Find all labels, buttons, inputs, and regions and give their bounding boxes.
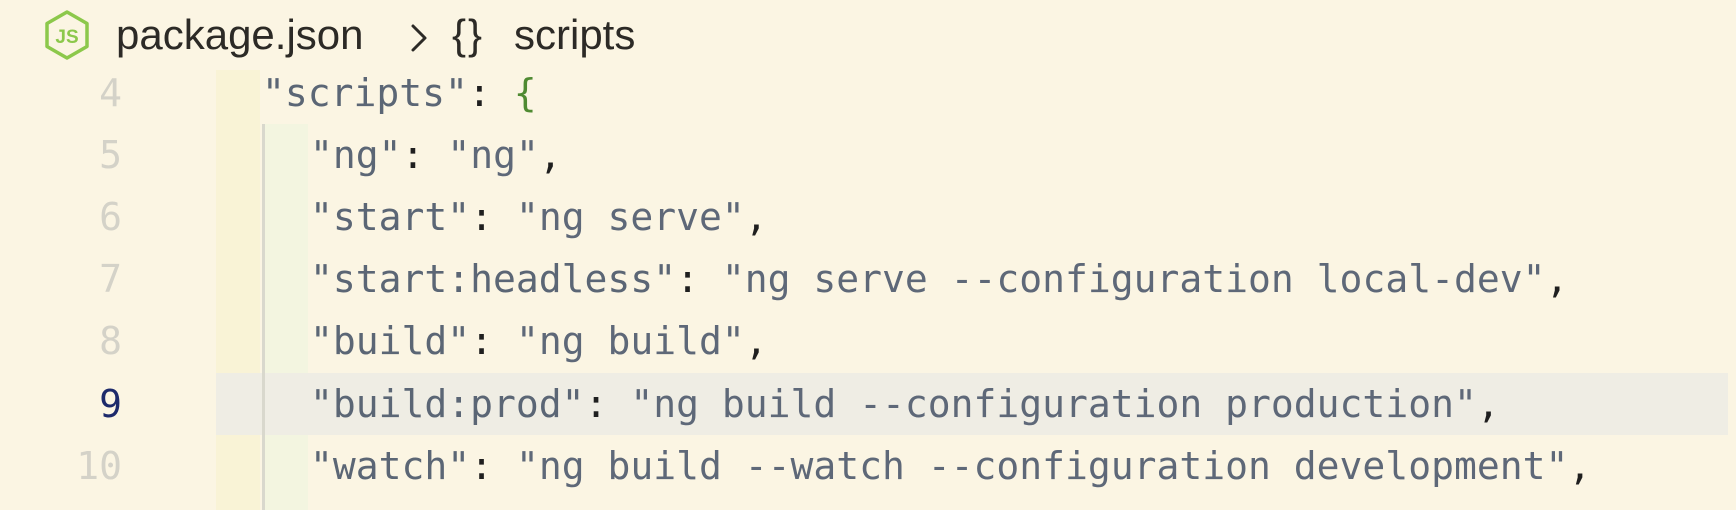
- json-value: ng: [470, 133, 516, 177]
- line-number: 8: [99, 319, 122, 363]
- json-value: ng build --configuration production: [653, 382, 1454, 426]
- breadcrumb-file[interactable]: package.json: [116, 10, 364, 60]
- indent-guide-level-2: [262, 124, 308, 510]
- code-line[interactable]: 7 "start:headless": "ng serve --configur…: [0, 248, 1568, 310]
- code-text: "start:headless": "ng serve --configurat…: [310, 257, 1569, 301]
- editor-window: JS package.json {} scripts 4 "scripts": …: [0, 0, 1736, 510]
- open-brace: {: [513, 71, 537, 115]
- line-number: 4: [99, 71, 122, 115]
- json-value: ng serve: [538, 195, 722, 239]
- line-number: 7: [99, 257, 122, 301]
- json-key: start:headless: [332, 257, 654, 301]
- comma: ,: [538, 133, 562, 177]
- indent-guide-line: [262, 124, 265, 510]
- code-line-active[interactable]: 9 "build:prod": "ng build --configuratio…: [0, 373, 1500, 435]
- nodejs-icon[interactable]: JS: [44, 10, 90, 60]
- json-key: watch: [332, 444, 448, 488]
- json-key: scripts: [284, 71, 446, 115]
- code-line[interactable]: 5 "ng": "ng",: [0, 124, 562, 186]
- line-number: 6: [99, 195, 122, 239]
- breadcrumb-symbol-scripts[interactable]: scripts: [514, 10, 635, 60]
- code-editor[interactable]: 4 "scripts": { 5 "ng": "ng", 6 "start": …: [0, 62, 1736, 510]
- json-key: start: [332, 195, 448, 239]
- line-number-active: 9: [99, 382, 122, 426]
- json-value: ng serve --configuration local-dev: [744, 257, 1523, 301]
- comma: ,: [744, 319, 768, 363]
- code-line[interactable]: 6 "start": "ng serve",: [0, 186, 768, 248]
- line-number: 10: [76, 444, 122, 488]
- code-line[interactable]: 8 "build": "ng build",: [0, 310, 768, 372]
- comma: ,: [1568, 444, 1592, 488]
- indent-guide-level-1: [216, 70, 260, 510]
- code-line[interactable]: 10 "watch": "ng build --watch --configur…: [0, 435, 1591, 497]
- code-text: "watch": "ng build --watch --configurati…: [310, 444, 1592, 488]
- comma: ,: [1545, 257, 1569, 301]
- comma: ,: [1476, 382, 1500, 426]
- chevron-right-icon: [408, 18, 430, 54]
- json-key: ng: [332, 133, 379, 177]
- json-value: ng build --watch --configuration develop…: [538, 444, 1546, 488]
- comma: ,: [744, 195, 768, 239]
- code-text: "scripts": {: [262, 71, 537, 115]
- code-line[interactable]: 4 "scripts": {: [0, 62, 536, 124]
- object-symbol-icon: {}: [452, 11, 485, 58]
- json-key: build:prod: [332, 382, 562, 426]
- line-number: 5: [99, 133, 122, 177]
- code-text: "ng": "ng",: [310, 133, 562, 177]
- code-text: "build": "ng build",: [310, 319, 768, 363]
- svg-text:JS: JS: [55, 27, 78, 48]
- json-key: build: [332, 319, 448, 363]
- code-text: "build:prod": "ng build --configuration …: [310, 382, 1500, 426]
- json-value: ng build: [538, 319, 722, 363]
- code-text: "start": "ng serve",: [310, 195, 768, 239]
